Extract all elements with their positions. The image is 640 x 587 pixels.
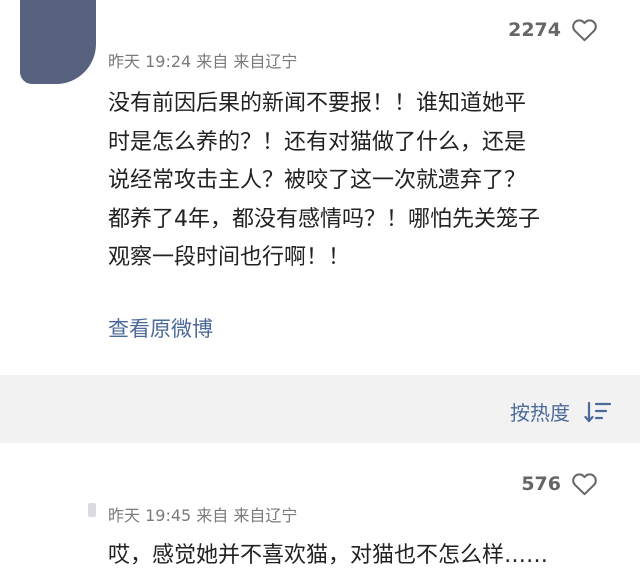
sort-by-popularity-button[interactable]: 按热度 (510, 397, 612, 426)
comment-text: 哎，感觉她并不喜欢猫，对猫也不怎么样…… (108, 543, 549, 568)
like-count: 576 (521, 472, 561, 495)
like-button[interactable]: 2274 (508, 17, 598, 42)
avatar[interactable] (20, 0, 96, 84)
sort-descending-icon (584, 401, 612, 422)
like-count: 2274 (508, 18, 561, 41)
sort-label: 按热度 (510, 401, 570, 425)
comment-timestamp: 昨天 19:45 来自 来自辽宁 (108, 506, 298, 525)
comment-timestamp: 昨天 19:24 来自 来自辽宁 (108, 52, 298, 71)
avatar[interactable] (88, 503, 96, 517)
comment-text: 没有前因后果的新闻不要报！！谁知道她平 时是怎么养的？！还有对猫做了什么，还是 … (108, 91, 540, 270)
heart-outline-icon (572, 473, 597, 496)
comment-item: 昨天 19:45 来自 来自辽宁 576 哎，感觉她并不喜欢猫，对猫也不怎么样…… (0, 443, 640, 587)
comment-item: 昨天 19:24 来自 来自辽宁 2274 没有前因后果的新闻不要报！！谁知道她… (0, 0, 640, 375)
view-original-weibo-link[interactable]: 查看原微博 (108, 313, 213, 343)
heart-outline-icon (572, 19, 597, 42)
like-button[interactable]: 576 (521, 471, 598, 496)
sort-bar: 按热度 (0, 375, 640, 443)
